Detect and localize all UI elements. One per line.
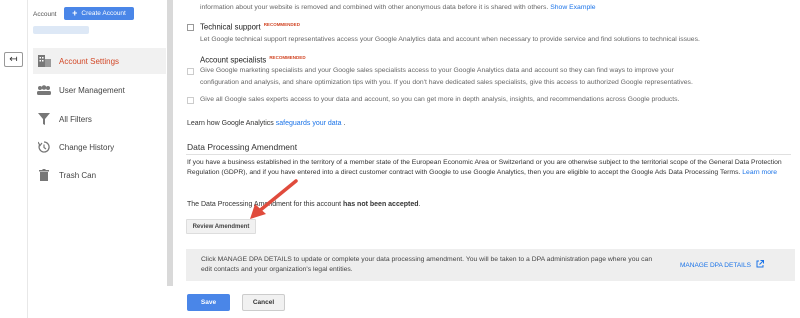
cancel-button[interactable]: Cancel [242,294,285,311]
dpa-status-suffix: . [418,201,421,208]
learn-how-suffix: . [343,120,346,127]
account-label: Account [33,11,57,18]
safeguards-data-link[interactable]: safeguards your data [276,120,342,127]
all-sales-experts-text: Give all Google sales experts access to … [200,96,680,103]
show-example-link[interactable]: Show Example [550,4,595,11]
account-specialists-heading: Account specialists RECOMMENDED [200,55,306,65]
history-icon [33,141,55,153]
review-amendment-button[interactable]: Review Amendment [186,219,256,234]
dpa-title: Data Processing Amendment [187,142,298,152]
dpa-status: The Data Processing Amendment for this a… [187,201,420,208]
external-link-icon [756,260,764,270]
section-divider [186,154,791,155]
sidebar-item-account-settings[interactable]: Account Settings [33,48,166,74]
dpa-status-value: has not been accepted [343,201,419,208]
left-nav-rail: ↤ [0,0,28,318]
sidebar-item-label: User Management [59,85,125,95]
sharing-intro-text: information about your website is remove… [200,4,549,11]
sharing-intro: information about your website is remove… [200,4,596,11]
filter-icon [33,113,55,125]
back-arrow-button[interactable]: ↤ [4,52,23,67]
building-icon [33,55,55,67]
account-specialists-description-2: configuration and analysis, and share op… [200,79,693,86]
settings-content: information about your website is remove… [180,0,795,318]
dpa-paragraph-text: If you have a business established in th… [187,159,782,176]
account-specialists-checkbox[interactable] [187,68,194,75]
learn-how-prefix: Learn how Google Analytics [187,120,274,127]
people-icon [33,85,55,95]
create-account-label: Create Account [81,10,126,17]
learn-how-text: Learn how Google Analytics safeguards yo… [187,120,345,127]
account-name-redacted[interactable] [33,26,89,34]
create-account-button[interactable]: + Create Account [64,7,134,20]
sidebar-item-trash-can[interactable]: Trash Can [33,162,166,188]
learn-more-link[interactable]: Learn more [742,169,777,176]
all-sales-experts-checkbox[interactable] [187,97,194,104]
back-arrow-icon: ↤ [9,54,18,65]
sidebar-item-change-history[interactable]: Change History [33,134,166,160]
dpa-paragraph: If you have a business established in th… [187,158,793,177]
sidebar-item-label: Trash Can [59,170,97,180]
save-button[interactable]: Save [187,294,230,311]
vertical-scrollbar[interactable] [167,0,173,286]
technical-support-description: Let Google technical support representat… [200,36,700,43]
dpa-status-prefix: The Data Processing Amendment for this a… [187,201,342,208]
plus-icon: + [72,8,78,18]
technical-support-checkbox[interactable] [187,24,194,31]
manage-dpa-panel: Click MANAGE DPA DETAILS to update or co… [186,249,795,281]
sidebar-item-label: Change History [59,142,115,152]
account-specialists-description-1: Give Google marketing specialists and yo… [200,67,674,74]
admin-column: Account + Create Account Account Setting… [28,0,166,318]
sidebar-item-label: Account Settings [59,56,120,66]
manage-dpa-details-link[interactable]: MANAGE DPA DETAILS [680,260,764,270]
sidebar-item-user-management[interactable]: User Management [33,77,166,103]
manage-dpa-text: Click MANAGE DPA DETAILS to update or co… [201,256,653,273]
sidebar-item-all-filters[interactable]: All Filters [33,106,166,132]
technical-support-label: Technical support [200,22,261,32]
technical-support-heading: Technical support RECOMMENDED [200,22,300,32]
sidebar-item-label: All Filters [59,114,92,124]
account-specialists-label: Account specialists [200,55,267,65]
manage-dpa-details-label: MANAGE DPA DETAILS [680,261,751,269]
recommended-badge: RECOMMENDED [269,55,306,60]
recommended-badge: RECOMMENDED [263,22,300,27]
trash-icon [33,169,55,181]
